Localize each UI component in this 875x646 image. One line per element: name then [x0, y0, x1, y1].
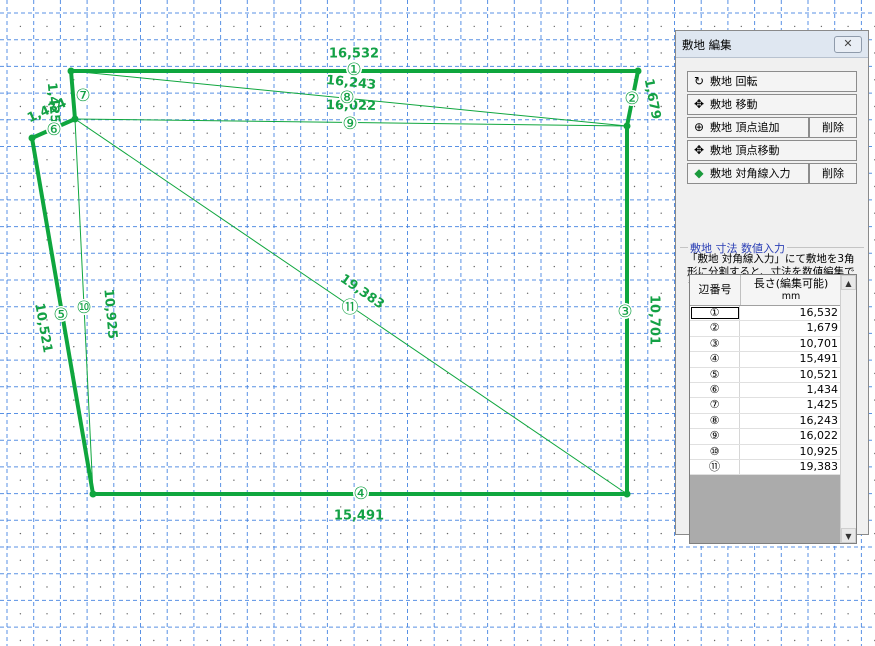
- length-cell[interactable]: 10,925: [800, 445, 839, 459]
- edge-number-cell: ⑪: [690, 460, 740, 475]
- move-vertex-label: 敷地 頂点移動: [710, 144, 780, 157]
- dim-label-2: 1,679: [641, 77, 664, 120]
- vertex-v3[interactable]: [623, 122, 631, 130]
- scroll-up-icon[interactable]: ▲: [841, 275, 856, 290]
- table-scrollbar[interactable]: ▲ ▼: [840, 275, 856, 543]
- table-row[interactable]: ⑧ 16,243: [690, 413, 842, 430]
- move-icon: ✥: [693, 97, 705, 111]
- edge-number-cell: ④: [690, 352, 740, 367]
- svg-text:①: ①: [346, 60, 361, 80]
- svg-text:④: ④: [353, 484, 368, 504]
- marker-1: ①: [346, 60, 362, 80]
- length-cell[interactable]: 10,521: [800, 368, 839, 382]
- marker-2: ②: [624, 89, 640, 109]
- diagonal-icon: ◆: [694, 166, 704, 180]
- panel-titlebar: 敷地 編集 ✕: [676, 31, 868, 58]
- marker-6: ⑥: [46, 120, 62, 140]
- marker-8: ⑧: [339, 88, 355, 108]
- table-row[interactable]: ⑤ 10,521: [690, 367, 842, 383]
- move-site-label: 敷地 移動: [710, 98, 758, 111]
- length-cell[interactable]: 15,491: [800, 352, 839, 366]
- diagonal-input-button[interactable]: ◆ 敷地 対角線入力: [687, 163, 809, 184]
- delete-diagonal-button[interactable]: 削除: [809, 163, 857, 184]
- edge-number-cell: ⑤: [690, 367, 740, 382]
- length-cell[interactable]: 16,532: [800, 306, 839, 320]
- length-cell[interactable]: 1,425: [807, 398, 839, 412]
- table-row[interactable]: ⑩ 10,925: [690, 444, 842, 460]
- add-vertex-label: 敷地 頂点追加: [710, 121, 780, 134]
- length-cell[interactable]: 16,243: [800, 414, 839, 428]
- svg-text:③: ③: [617, 302, 632, 322]
- edge-number-cell: ⑩: [690, 444, 740, 459]
- site-vertices: [28, 67, 642, 498]
- delete-vertex-button[interactable]: 削除: [809, 117, 857, 138]
- svg-text:⑤: ⑤: [53, 305, 68, 325]
- header-length-unit: mm: [781, 291, 801, 302]
- svg-text:⑨: ⑨: [342, 114, 357, 134]
- table-row[interactable]: ① 16,532: [690, 306, 842, 322]
- move-icon: ✥: [693, 143, 705, 157]
- edge-number-cell: ②: [690, 321, 740, 336]
- move-vertex-button[interactable]: ✥ 敷地 頂点移動: [687, 140, 857, 161]
- length-cell[interactable]: 19,383: [800, 460, 839, 474]
- header-edge-number: 辺番号: [690, 275, 741, 305]
- scroll-down-icon[interactable]: ▼: [841, 528, 856, 543]
- length-cell[interactable]: 1,434: [807, 383, 839, 397]
- dim-label-4: 15,491: [334, 509, 384, 524]
- length-cell[interactable]: 1,679: [807, 321, 839, 335]
- marker-4: ④: [353, 484, 369, 504]
- edge-number-cell: ⑨: [690, 429, 740, 444]
- marker-7: ⑦: [75, 86, 91, 106]
- table-row[interactable]: ⑪ 19,383: [690, 460, 842, 476]
- svg-text:⑥: ⑥: [46, 120, 61, 140]
- marker-3: ③: [617, 302, 633, 322]
- vertex-v7[interactable]: [71, 115, 79, 123]
- site-edit-panel: 敷地 編集 ✕ ↻ 敷地 回転 ✥ 敷地 移動 ⊕ 敷地 頂点追加 削除 ✥ 敷地 頂点…: [675, 30, 869, 544]
- dim-label-10: 10,925: [100, 288, 119, 339]
- header-length: 長さ(編集可能) mm: [741, 277, 841, 303]
- table-row[interactable]: ③ 10,701: [690, 336, 842, 353]
- svg-text:②: ②: [624, 89, 639, 109]
- diagonal-input-label: 敷地 対角線入力: [710, 167, 791, 180]
- vertex-v5[interactable]: [89, 490, 97, 498]
- site-edges: [30, 69, 640, 496]
- table-row[interactable]: ② 1,679: [690, 321, 842, 337]
- rotate-site-button[interactable]: ↻ 敷地 回転: [687, 71, 857, 92]
- plus-circle-icon: ⊕: [693, 120, 705, 134]
- svg-text:⑧: ⑧: [339, 88, 354, 108]
- edge-number-cell: ⑦: [690, 398, 740, 413]
- vertex-v2[interactable]: [634, 67, 642, 75]
- table-row[interactable]: ⑨ 16,022: [690, 429, 842, 445]
- length-cell[interactable]: 10,701: [800, 337, 839, 351]
- vertex-v4[interactable]: [623, 490, 631, 498]
- vertex-v1[interactable]: [67, 67, 75, 75]
- rotate-site-label: 敷地 回転: [710, 75, 758, 88]
- marker-5: ⑤: [53, 305, 69, 325]
- close-button[interactable]: ✕: [834, 36, 862, 53]
- marker-11: ⑪: [342, 298, 359, 318]
- marker-9: ⑨: [342, 114, 358, 134]
- dim-label-3: 10,701: [647, 295, 662, 345]
- dim-label-5: 10,521: [31, 302, 54, 354]
- table-row[interactable]: ⑥ 1,434: [690, 383, 842, 399]
- panel-title: 敷地 編集: [682, 38, 732, 52]
- header-length-label: 長さ(編集可能): [753, 277, 829, 290]
- table-row[interactable]: ⑦ 1,425: [690, 398, 842, 414]
- edge-number-cell: ③: [690, 336, 740, 352]
- edge-number-cell: ①: [690, 306, 740, 321]
- edge-number-cell: ⑧: [690, 413, 740, 429]
- edge-number-cell: ⑥: [690, 383, 740, 398]
- svg-text:⑩: ⑩: [76, 298, 91, 318]
- add-vertex-button[interactable]: ⊕ 敷地 頂点追加: [687, 117, 809, 138]
- svg-text:⑦: ⑦: [75, 86, 90, 106]
- length-cell[interactable]: 16,022: [800, 429, 839, 443]
- vertex-v6[interactable]: [28, 134, 36, 142]
- svg-text:⑪: ⑪: [342, 298, 359, 318]
- marker-10: ⑩: [76, 298, 92, 318]
- table-header: 辺番号 長さ(編集可能) mm: [690, 275, 842, 306]
- rotate-icon: ↻: [693, 74, 705, 88]
- table-row[interactable]: ④ 15,491: [690, 352, 842, 368]
- dimension-table: 辺番号 長さ(編集可能) mm ① 16,532 ② 1,679 ③ 10,701 ④ 15,4…: [689, 274, 857, 544]
- move-site-button[interactable]: ✥ 敷地 移動: [687, 94, 857, 115]
